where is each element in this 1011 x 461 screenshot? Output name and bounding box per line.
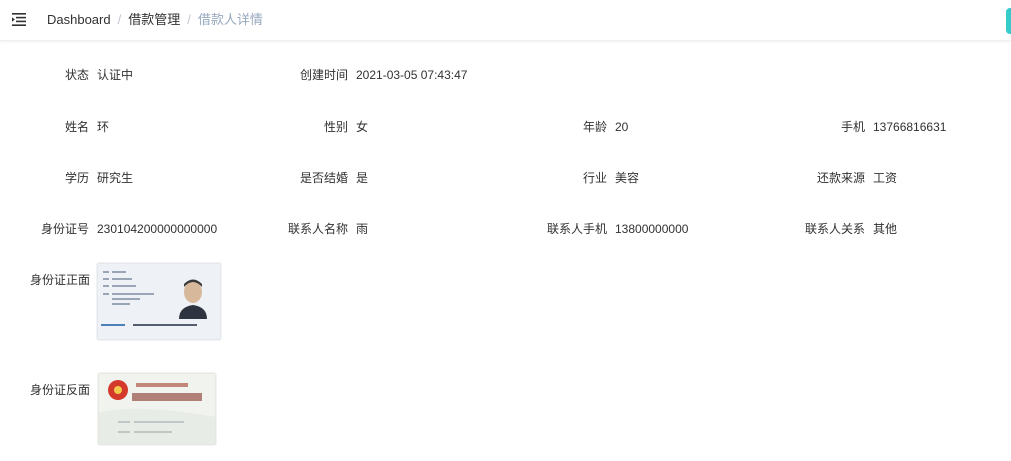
right-edge-button[interactable] [1006,8,1011,34]
breadcrumb-dashboard[interactable]: Dashboard [47,12,111,27]
breadcrumb-separator: / [117,12,122,27]
breadcrumb-borrower-detail: 借款人详情 [197,12,263,27]
id-card-back-image[interactable] [98,373,216,445]
phone-field: 手机 [0,119,865,135]
id-card-back-illustration [98,373,216,445]
breadcrumb: Dashboard / 借款管理 / 借款人详情 [47,12,263,28]
breadcrumb-separator: / [187,12,191,27]
created-at-value: 2021-03-05 07:43:47 [356,68,468,82]
breadcrumb-loan-management[interactable]: 借款管理 [128,12,180,27]
hamburger-icon[interactable] [12,13,26,26]
contact-relation-value: 其他 [873,222,898,236]
id-front-label: 身份证正面 [30,273,91,287]
repay-source-field: 还款来源 [0,170,865,186]
created-at-label: 创建时间 [299,68,348,82]
phone-value: 13766816631 [873,120,947,134]
id-back-label: 身份证反面 [30,383,91,397]
contact-relation-field: 联系人关系 [0,221,865,237]
repay-source-label: 还款来源 [816,171,865,185]
contact-relation-label: 联系人关系 [804,222,865,236]
created-at-field: 创建时间 [0,67,348,83]
id-card-front-illustration [97,263,221,340]
id-card-front-image[interactable] [97,263,221,340]
repay-source-value: 工资 [873,171,898,185]
phone-label: 手机 [840,120,865,134]
top-navbar: Dashboard / 借款管理 / 借款人详情 [0,0,1011,41]
